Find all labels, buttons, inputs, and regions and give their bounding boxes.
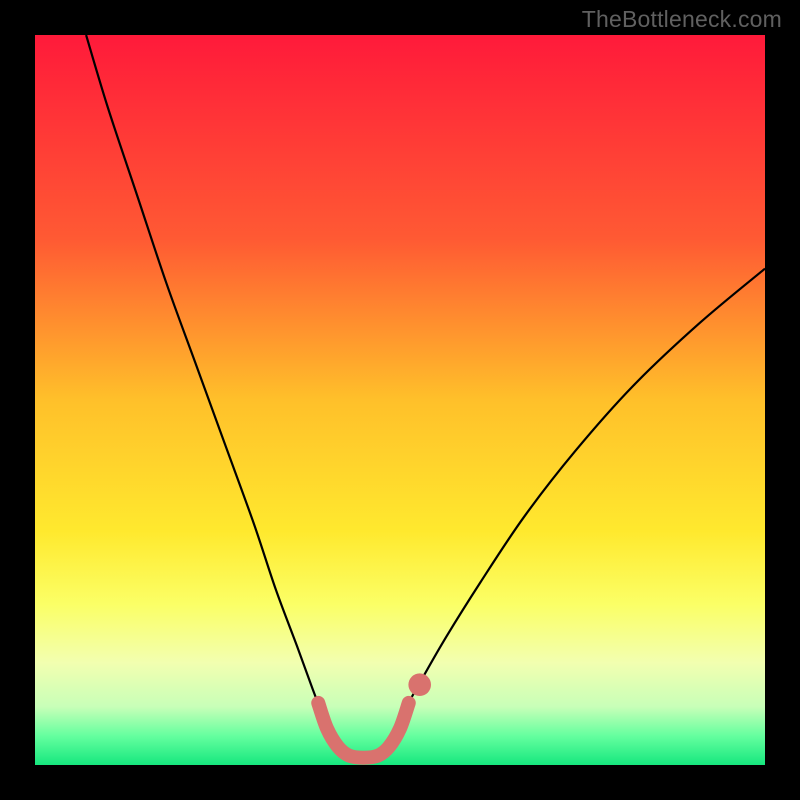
plot-area: [35, 35, 765, 765]
bottleneck-chart: [35, 35, 765, 765]
gradient-background: [35, 35, 765, 765]
marker-dot: [408, 673, 431, 696]
chart-frame: TheBottleneck.com: [0, 0, 800, 800]
watermark-text: TheBottleneck.com: [582, 6, 782, 33]
marker-group: [408, 673, 431, 696]
